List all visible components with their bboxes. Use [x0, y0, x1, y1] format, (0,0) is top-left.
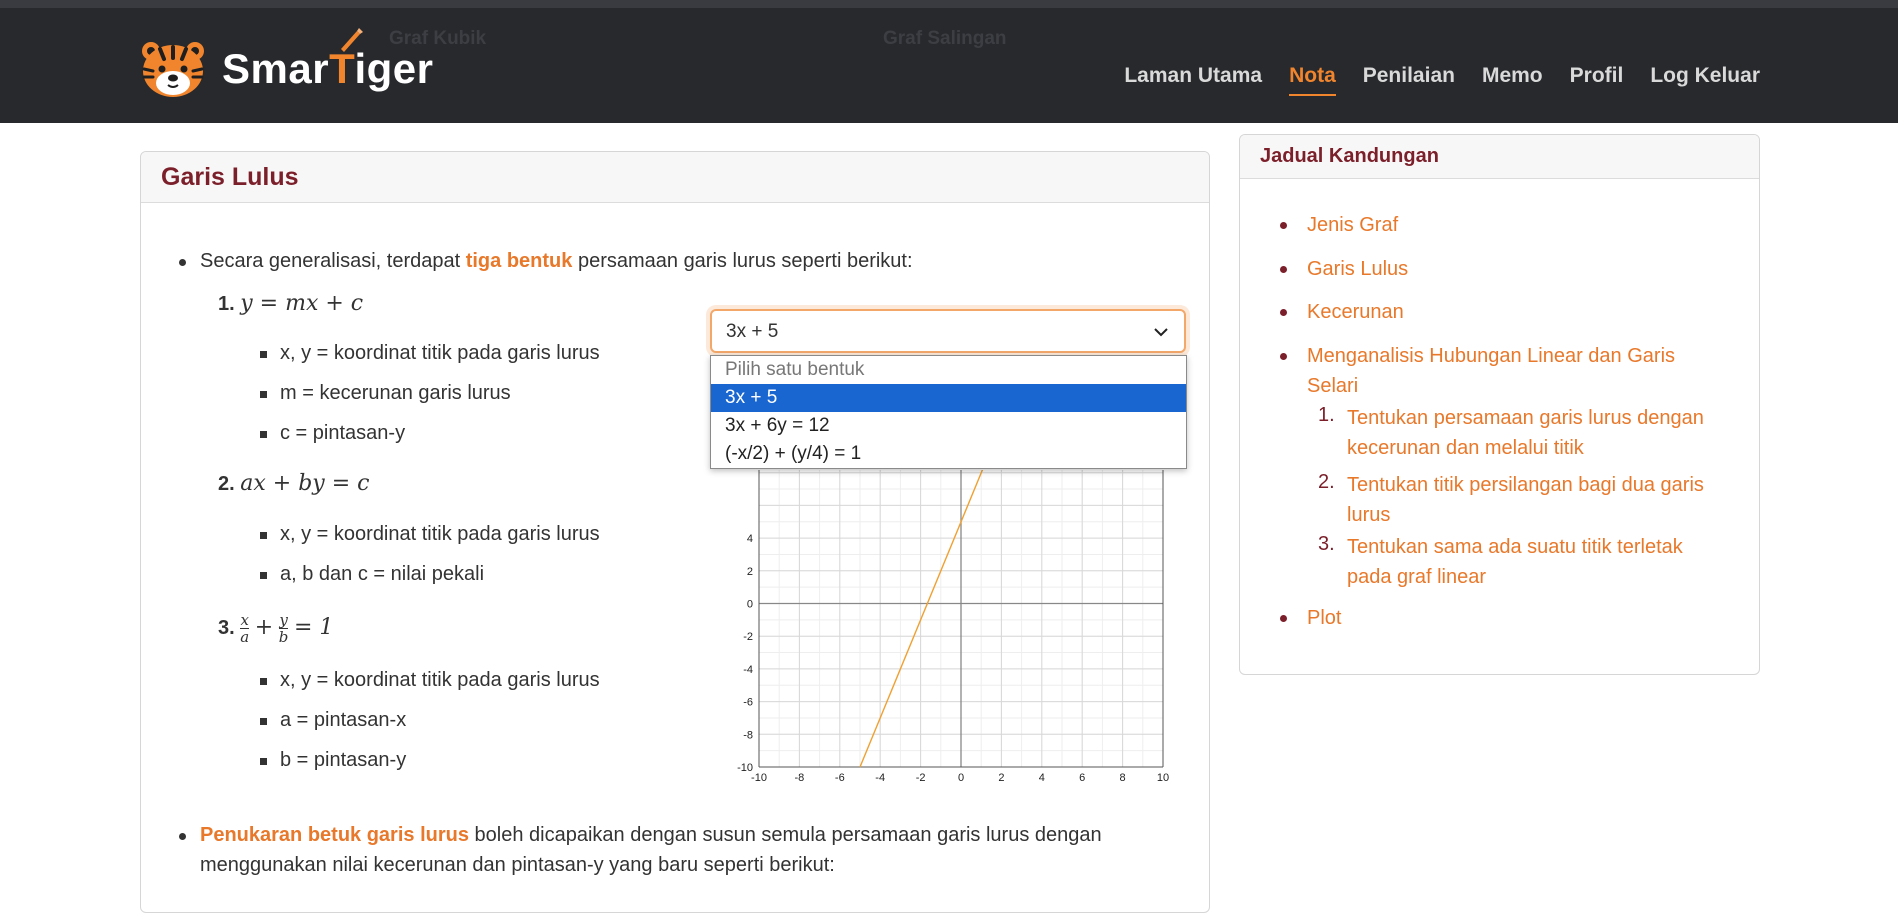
list-item: x, y = koordinat titik pada garis lurus: [280, 669, 600, 691]
select-option[interactable]: 3x + 5: [711, 384, 1186, 412]
toc-link[interactable]: Garis Lulus: [1307, 254, 1408, 284]
toc-bullet: [1280, 309, 1287, 316]
select-option[interactable]: (-x/2) + (y/4) = 1: [711, 440, 1186, 468]
logo-text: SmarTiger: [222, 45, 434, 92]
toc-link-continued[interactable]: Selari: [1307, 371, 1358, 401]
list-marker: [260, 391, 267, 398]
select-option[interactable]: 3x + 6y = 12: [711, 412, 1186, 440]
toc-sub-link[interactable]: Tentukan persamaan garis lurus dengan: [1347, 403, 1704, 433]
form-1-heading: 1. y = mx + c: [218, 291, 364, 316]
page-title: Garis Lulus: [161, 162, 299, 191]
top-strip: [0, 0, 1898, 8]
list-marker: [260, 431, 267, 438]
chevron-down-icon: [1154, 328, 1168, 337]
x-tick-label: -6: [835, 772, 845, 784]
intro-text: Secara generalisasi, terdapat tiga bentu…: [200, 250, 913, 272]
toc-bullet: [1280, 353, 1287, 360]
toc-sub-link[interactable]: Tentukan titik persilangan bagi dua gari…: [1347, 470, 1704, 500]
bullet: [179, 833, 186, 840]
nav-laman-utama[interactable]: Laman Utama: [1124, 64, 1262, 96]
x-tick-label: -8: [795, 772, 805, 784]
y-tick-label: -10: [737, 762, 753, 774]
x-tick-label: -2: [916, 772, 926, 784]
list-marker: [260, 718, 267, 725]
list-item: b = pintasan-y: [280, 749, 407, 771]
nav-penilaian[interactable]: Penilaian: [1363, 64, 1455, 96]
toc-sub-link[interactable]: lurus: [1347, 500, 1390, 530]
conversion-text-1: Penukaran betuk garis lurus boleh dicapa…: [200, 824, 1102, 846]
list-item: m = kecerunan garis lurus: [280, 382, 511, 404]
form-3-heading: 3. xa + yb = 1: [218, 611, 334, 646]
x-tick-label: 4: [1039, 772, 1045, 784]
main-nav: Laman Utama Nota Penilaian Memo Profil L…: [1124, 64, 1760, 96]
toc-link[interactable]: Kecerunan: [1307, 297, 1404, 327]
conversion-text-2: menggunakan nilai kecerunan dan pintasan…: [200, 854, 835, 876]
navbar: Graf Kubik Graf Salingan SmarTiger Laman…: [0, 8, 1898, 123]
ghost-text-right: Graf Salingan: [883, 28, 1007, 49]
list-item: x, y = koordinat titik pada garis lurus: [280, 342, 600, 364]
y-tick-label: 4: [747, 533, 753, 545]
x-tick-label: -4: [875, 772, 885, 784]
toc-bullet: [1280, 222, 1287, 229]
y-tick-label: -2: [743, 631, 753, 643]
toc-sub-link[interactable]: kecerunan dan melalui titik: [1347, 433, 1584, 463]
list-item: a = pintasan-x: [280, 709, 407, 731]
list-item: a, b dan c = nilai pekali: [280, 563, 485, 585]
list-marker: [260, 572, 267, 579]
y-tick-label: -8: [743, 729, 753, 741]
list-marker: [260, 532, 267, 539]
toc-bullet: [1280, 615, 1287, 622]
nav-nota[interactable]: Nota: [1289, 64, 1336, 96]
toc-sub-link[interactable]: pada graf linear: [1347, 562, 1486, 592]
line-graph: -10 -8 -6 -4 -2 0 2 4 6 8 10 -10 -8 -6 -4 -2 0 2 4: [737, 470, 1169, 784]
toc-bullet: [1280, 266, 1287, 273]
toc-sub-number: 1.: [1318, 404, 1335, 426]
form-2-heading: 2. ax + by = c: [218, 471, 370, 496]
nav-log-keluar[interactable]: Log Keluar: [1650, 64, 1760, 96]
toc-header: Jadual Kandungan: [1240, 135, 1759, 179]
x-tick-label: 8: [1120, 772, 1126, 784]
toc-link[interactable]: Menganalisis Hubungan Linear dan Garis: [1307, 341, 1675, 371]
list-marker: [260, 678, 267, 685]
toc-link[interactable]: Plot: [1307, 603, 1341, 633]
y-tick-label: -4: [743, 664, 753, 676]
select-dropdown: Pilih satu bentuk 3x + 5 3x + 6y = 12 (-…: [710, 355, 1187, 469]
list-marker: [260, 758, 267, 765]
y-tick-label: 2: [747, 566, 753, 578]
y-tick-label: -6: [743, 697, 753, 709]
toc-sub-number: 3.: [1318, 533, 1335, 555]
x-tick-label: 10: [1157, 772, 1169, 784]
x-tick-label: 2: [998, 772, 1004, 784]
pencil-icon: [341, 28, 363, 52]
toc-link[interactable]: Jenis Graf: [1307, 210, 1398, 240]
toc-sub-link[interactable]: Tentukan sama ada suatu titik terletak: [1347, 532, 1683, 562]
logo[interactable]: SmarTiger: [138, 28, 434, 104]
list-item: c = pintasan-y: [280, 422, 406, 444]
toc-sub-number: 2.: [1318, 471, 1335, 493]
select-value: 3x + 5: [726, 321, 779, 342]
toc-title: Jadual Kandungan: [1260, 145, 1439, 167]
card-header: Garis Lulus: [141, 152, 1209, 203]
nav-memo[interactable]: Memo: [1482, 64, 1543, 96]
list-item: x, y = koordinat titik pada garis lurus: [280, 523, 600, 545]
tiger-icon: [142, 42, 204, 97]
nav-profil[interactable]: Profil: [1570, 64, 1624, 96]
list-marker: [260, 351, 267, 358]
x-tick-label: 0: [958, 772, 964, 784]
select-option[interactable]: Pilih satu bentuk: [711, 356, 1186, 384]
x-tick-label: 6: [1079, 772, 1085, 784]
x-tick-label: -10: [751, 772, 767, 784]
equation-select[interactable]: 3x + 5: [710, 309, 1186, 353]
bullet: [179, 259, 186, 266]
y-tick-label: 0: [747, 599, 753, 611]
